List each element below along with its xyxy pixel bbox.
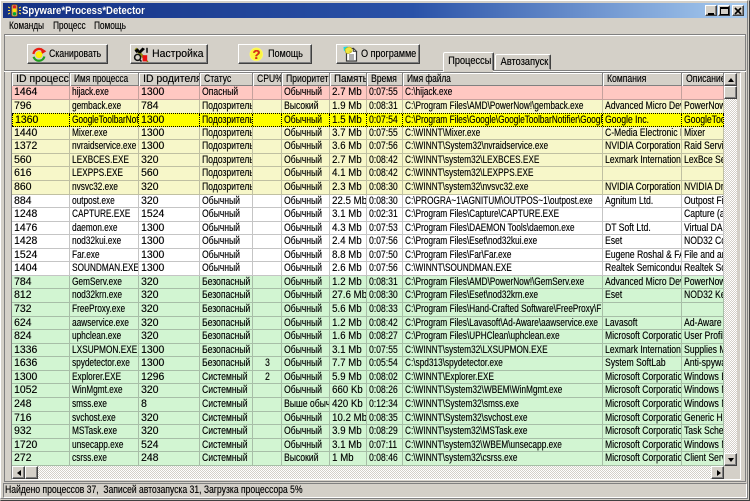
svg-text:?: ? [252,47,260,62]
